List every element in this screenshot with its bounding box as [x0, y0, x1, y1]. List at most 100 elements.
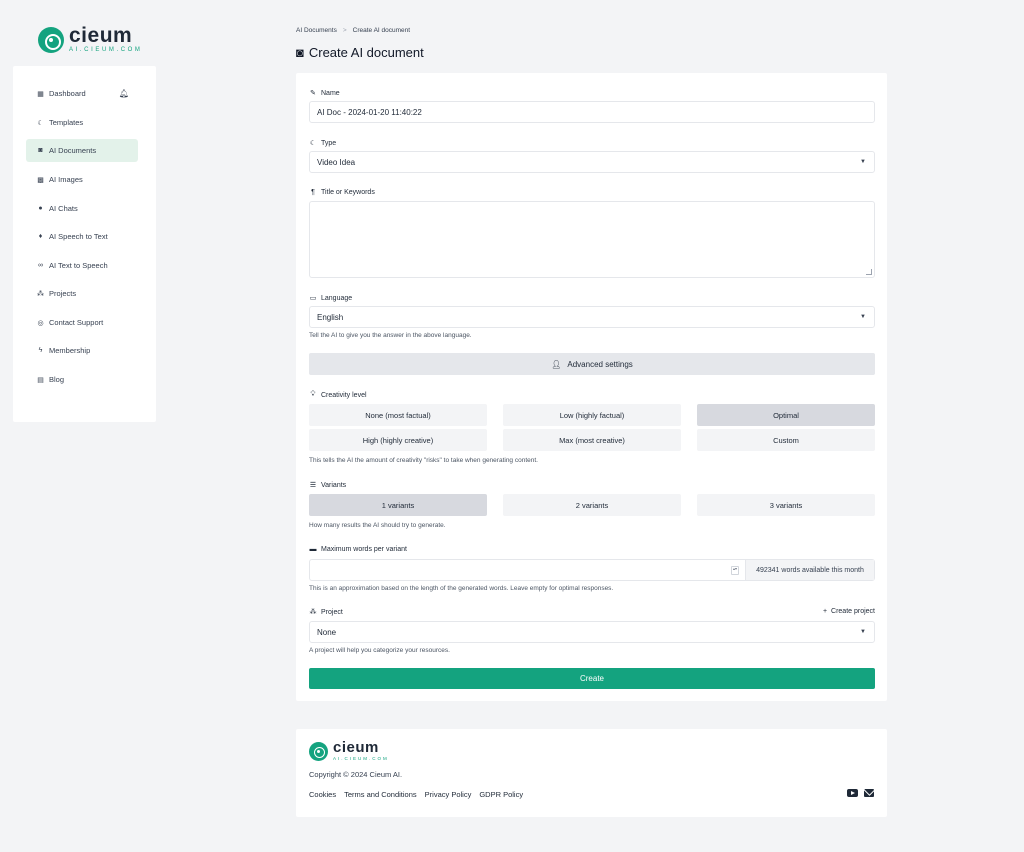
chats-icon: ●	[38, 205, 43, 212]
voicemail-icon: ∞	[38, 262, 43, 269]
keywords-textarea[interactable]	[309, 201, 875, 278]
sidebar: ▦ Dashboard 🔔︎ ☾ Templates ◙ AI Document…	[13, 66, 156, 422]
sidebar-item-contact-support[interactable]: ◎ Contact Support	[26, 311, 138, 334]
project-diagram-icon: ⁂	[309, 609, 317, 616]
project-label: ⁂ Project	[309, 608, 343, 617]
social-icons	[847, 789, 874, 797]
footer-link-terms[interactable]: Terms and Conditions	[344, 790, 417, 799]
max-words-label: ▬ Maximum words per variant	[309, 546, 407, 553]
variants-option-3[interactable]: 3 variants	[697, 494, 875, 516]
create-project-link[interactable]: + Create project	[823, 608, 875, 615]
sidebar-item-label: Membership	[49, 346, 91, 355]
brand-domain: AI.CIEUM.COM	[333, 756, 389, 761]
create-button[interactable]: Create	[309, 668, 875, 689]
caret-down-icon: ▼	[860, 629, 866, 635]
sidebar-item-label: Projects	[49, 289, 77, 298]
sidebar-item-label: AI Chats	[49, 204, 78, 213]
sidebar-item-ai-documents[interactable]: ◙ AI Documents	[26, 139, 138, 162]
breadcrumb-link[interactable]: AI Documents	[296, 27, 337, 34]
sidebar-item-membership[interactable]: ϟ Membership	[26, 339, 138, 362]
name-label: ✎ Name	[310, 89, 340, 98]
bolt-icon: ϟ	[38, 347, 43, 354]
brand-name: cieum	[333, 739, 379, 756]
images-icon: ▩	[37, 176, 44, 184]
create-document-form: ✎ Name AI Doc - 2024-01-20 11:40:22 ☾ Ty…	[296, 73, 887, 701]
project-select[interactable]: None ▼	[309, 621, 875, 643]
plus-icon: +	[822, 608, 828, 615]
copyright: Copyright © 2024 Cieum AI.	[309, 770, 403, 779]
sidebar-item-templates[interactable]: ☾ Templates	[26, 111, 138, 134]
language-icon: ▭	[309, 295, 317, 302]
keyboard-icon: ▬	[309, 546, 317, 553]
max-words-input[interactable]: ▴▾ 492341 words available this month	[309, 559, 875, 581]
blog-icon: ▤	[37, 376, 44, 384]
sidebar-item-label: Dashboard	[49, 89, 86, 98]
variants-help: How many results the AI should try to ge…	[309, 522, 446, 529]
list-ol-icon: ☰	[309, 482, 317, 489]
sidebar-item-blog[interactable]: ▤ Blog	[26, 368, 138, 391]
sidebar-item-label: AI Images	[49, 175, 83, 184]
creativity-help: This tells the AI the amount of creativi…	[309, 457, 538, 464]
name-input[interactable]: AI Doc - 2024-01-20 11:40:22	[309, 101, 875, 123]
sidebar-item-label: AI Documents	[49, 146, 97, 155]
type-select[interactable]: Video Idea ▼	[309, 151, 875, 173]
sidebar-item-ai-speech-to-text[interactable]: ♦ AI Speech to Text	[26, 225, 138, 248]
sidebar-item-label: Blog	[49, 375, 65, 384]
moon-icon: ☾	[37, 119, 44, 127]
creativity-option-high[interactable]: High (highly creative)	[309, 429, 487, 451]
number-spinner[interactable]: ▴▾	[731, 566, 739, 575]
max-words-help: This is an approximation based on the le…	[309, 585, 614, 592]
footer-link-gdpr[interactable]: GDPR Policy	[479, 790, 523, 799]
creativity-option-none[interactable]: None (most factual)	[309, 404, 487, 426]
bell-icon[interactable]: 🔔︎	[119, 89, 129, 98]
footer: cieum AI.CIEUM.COM Copyright © 2024 Cieu…	[296, 729, 887, 817]
advanced-settings-button[interactable]: 👤︎ Advanced settings	[309, 353, 875, 375]
support-icon: ◎	[37, 319, 44, 327]
envelope-icon[interactable]	[864, 789, 874, 797]
breadcrumb-separator: >	[342, 27, 347, 34]
language-help: Tell the AI to give you the answer in th…	[309, 332, 472, 339]
sidebar-item-dashboard[interactable]: ▦ Dashboard 🔔︎	[26, 82, 138, 105]
words-available-addon: 492341 words available this month	[745, 560, 874, 580]
paragraph-icon: ¶	[311, 189, 315, 196]
brand-logo[interactable]: cieum AI.CIEUM.COM	[38, 25, 143, 53]
footer-links: Cookies Terms and Conditions Privacy Pol…	[309, 790, 523, 799]
sidebar-item-ai-text-to-speech[interactable]: ∞ AI Text to Speech	[26, 254, 138, 277]
footer-logo[interactable]: cieum AI.CIEUM.COM	[309, 739, 389, 761]
sidebar-item-projects[interactable]: ⁂ Projects	[26, 282, 138, 305]
creativity-option-max[interactable]: Max (most creative)	[503, 429, 681, 451]
moon-icon: ☾	[309, 140, 317, 147]
variants-option-2[interactable]: 2 variants	[503, 494, 681, 516]
sidebar-item-ai-images[interactable]: ▩ AI Images	[26, 168, 138, 191]
creativity-option-custom[interactable]: Custom	[697, 429, 875, 451]
variants-option-1[interactable]: 1 variants	[309, 494, 487, 516]
creativity-option-low[interactable]: Low (highly factual)	[503, 404, 681, 426]
youtube-icon[interactable]	[847, 789, 858, 797]
language-select[interactable]: English ▼	[309, 306, 875, 328]
microphone-icon: ♦	[38, 233, 43, 240]
creativity-label: 💡︎ Creativity level	[310, 391, 367, 399]
caret-down-icon: ▼	[860, 314, 866, 320]
logo-icon	[38, 26, 64, 53]
robot-icon: ◙	[38, 147, 43, 154]
project-diagram-icon: ⁂	[37, 290, 44, 298]
project-help: A project will help you categorize your …	[309, 647, 450, 654]
robot-icon: ◙	[296, 45, 304, 60]
variants-label: ☰ Variants	[309, 481, 347, 490]
breadcrumb: AI Documents > Create AI document	[296, 27, 410, 34]
caret-down-icon: ▼	[860, 159, 866, 165]
footer-link-cookies[interactable]: Cookies	[309, 790, 336, 799]
keywords-label: ¶ Title or Keywords	[309, 189, 375, 196]
footer-link-privacy[interactable]: Privacy Policy	[425, 790, 472, 799]
sidebar-item-label: AI Text to Speech	[49, 261, 108, 270]
sidebar-item-label: AI Speech to Text	[49, 232, 108, 241]
language-label: ▭ Language	[309, 294, 353, 303]
sidebar-item-label: Contact Support	[49, 318, 104, 327]
sidebar-item-label: Templates	[49, 118, 84, 127]
sidebar-item-ai-chats[interactable]: ● AI Chats	[26, 197, 138, 220]
page-title: ◙ Create AI document	[296, 45, 424, 60]
logo-icon	[309, 741, 328, 761]
user-icon: 👤︎	[551, 359, 562, 369]
creativity-option-optimal[interactable]: Optimal	[697, 404, 875, 426]
lightbulb-icon: 💡︎	[310, 391, 316, 398]
